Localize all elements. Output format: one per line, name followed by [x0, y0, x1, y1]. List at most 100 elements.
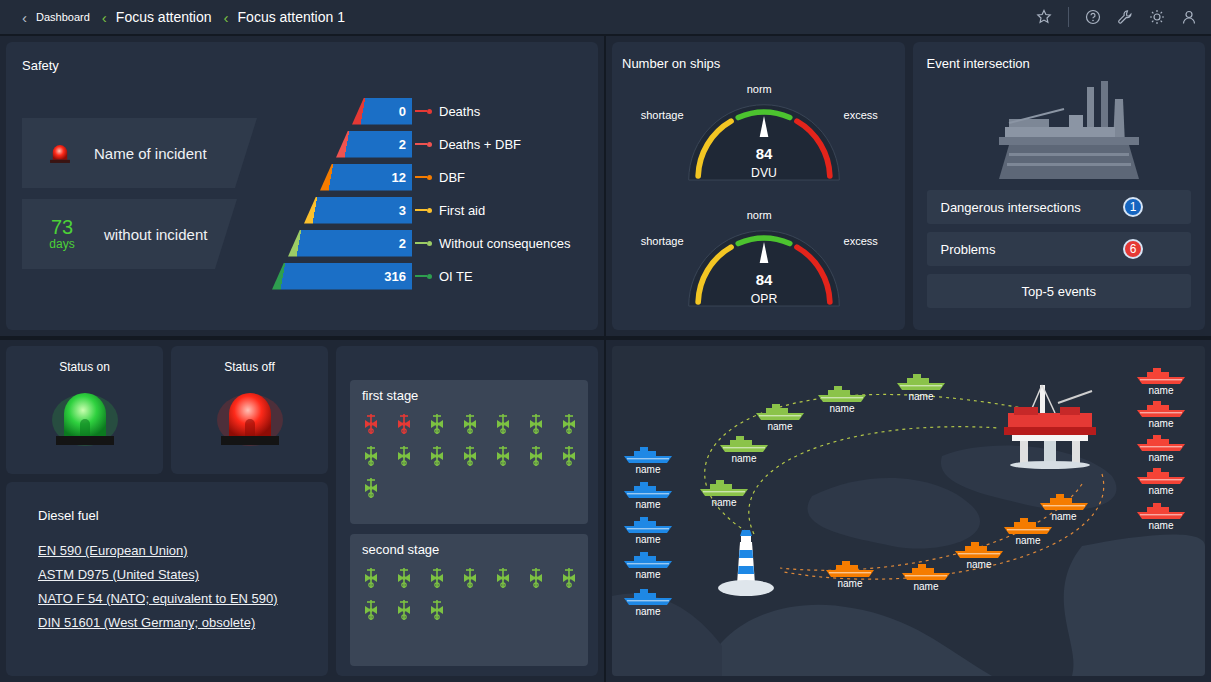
valve-icon[interactable]: [428, 567, 446, 589]
breadcrumb-item[interactable]: ‹ Focus attention: [102, 9, 212, 26]
event-row[interactable]: Problems 6: [927, 232, 1192, 266]
ship-marker[interactable]: name: [1004, 518, 1052, 547]
gauge: norm shortage 84DVU excess: [622, 83, 897, 184]
ship-marker[interactable]: name: [700, 480, 748, 509]
ship-name: name: [829, 403, 854, 415]
star-icon[interactable]: [1036, 9, 1052, 25]
ship-marker[interactable]: name: [1040, 494, 1088, 523]
ship-marker[interactable]: name: [826, 561, 874, 590]
sun-icon[interactable]: [1149, 9, 1165, 25]
user-icon[interactable]: [1181, 9, 1197, 25]
ship-name: name: [1148, 485, 1173, 497]
ship-marker[interactable]: name: [720, 436, 768, 465]
valve-icon[interactable]: [362, 477, 380, 499]
stages-card: first stage second stage: [336, 346, 598, 676]
pyramid-bar-area: 3: [267, 197, 412, 224]
incident-column: Name of incident 73 days without inciden…: [22, 118, 257, 269]
ship-map: name name name name name name name name …: [612, 346, 1205, 676]
pyramid-row[interactable]: 2 Deaths + DBF: [267, 131, 571, 158]
valve-icon[interactable]: [428, 413, 446, 435]
valve-icon[interactable]: [527, 413, 545, 435]
gauge-dial: 84DVU: [684, 97, 844, 184]
counter-label: without incident: [104, 226, 207, 243]
help-icon[interactable]: [1085, 9, 1101, 25]
event-label: Dangerous intersections: [941, 200, 1081, 215]
valve-icon[interactable]: [560, 413, 578, 435]
pyramid-row[interactable]: 316 OI TE: [267, 263, 571, 290]
ship-marker[interactable]: name: [756, 404, 804, 433]
valve-icon[interactable]: [494, 567, 512, 589]
ship-name: name: [767, 421, 792, 433]
standard-link[interactable]: ASTM D975 (United States): [38, 563, 304, 587]
valve-icon[interactable]: [395, 599, 413, 621]
ship-marker[interactable]: name: [624, 517, 672, 546]
ship-marker[interactable]: name: [624, 482, 672, 511]
ship-marker[interactable]: name: [1137, 401, 1185, 430]
pyramid-label: DBF: [439, 170, 465, 185]
breadcrumbs: ‹ Dashboard ‹ Focus attention ‹ Focus atte…: [22, 9, 345, 26]
valve-icon[interactable]: [494, 413, 512, 435]
diesel-card: Diesel fuel EN 590 (European Union)ASTM …: [6, 482, 328, 676]
ship-marker[interactable]: name: [1137, 468, 1185, 497]
valve-icon[interactable]: [362, 413, 380, 435]
bottom-left-quadrant: Status on Status off Diesel fuel EN 590 …: [0, 340, 604, 682]
valve-icon[interactable]: [494, 445, 512, 467]
standard-link[interactable]: DIN 51601 (West Germany; obsolete): [38, 611, 304, 635]
valve-icon[interactable]: [362, 599, 380, 621]
days-unit: days: [49, 238, 74, 251]
ship-marker[interactable]: name: [624, 447, 672, 476]
ship-icon: [897, 374, 945, 390]
incident-card[interactable]: Name of incident: [22, 118, 257, 188]
valve-icon[interactable]: [395, 567, 413, 589]
valve-icon[interactable]: [527, 567, 545, 589]
valve-icon[interactable]: [560, 567, 578, 589]
breadcrumb-item[interactable]: ‹ Dashboard: [22, 9, 90, 26]
valve-icon[interactable]: [395, 413, 413, 435]
valve-icon[interactable]: [428, 599, 446, 621]
ship-icon: [1137, 401, 1185, 417]
ship-icon: [624, 447, 672, 463]
ship-marker[interactable]: name: [897, 374, 945, 403]
gauge-value: 84: [755, 271, 772, 288]
ship-marker[interactable]: name: [955, 542, 1003, 571]
wrench-icon[interactable]: [1117, 9, 1133, 25]
ship-icon: [818, 386, 866, 402]
pyramid-row[interactable]: 12 DBF: [267, 164, 571, 191]
connector-dot: [427, 109, 432, 114]
valve-icon[interactable]: [560, 445, 578, 467]
pyramid-row[interactable]: 3 First aid: [267, 197, 571, 224]
ship-marker[interactable]: name: [1137, 503, 1185, 532]
top-right-quadrant: Number on ships norm shortage 84DVU exce…: [606, 36, 1211, 336]
ship-name: name: [635, 534, 660, 546]
gauge-row: shortage 84DVU excess: [641, 95, 878, 184]
days-counter-card: 73 days without incident: [22, 199, 237, 269]
stage-box: first stage: [350, 380, 588, 524]
valve-icon[interactable]: [461, 445, 479, 467]
valve-icon[interactable]: [395, 445, 413, 467]
ship-marker[interactable]: name: [1137, 368, 1185, 397]
connector-dot: [427, 241, 432, 246]
ship-marker[interactable]: name: [902, 564, 950, 593]
valve-icon[interactable]: [461, 567, 479, 589]
ship-marker[interactable]: name: [1137, 435, 1185, 464]
valve-icon[interactable]: [428, 445, 446, 467]
breadcrumb-item[interactable]: ‹ Focus attention 1: [224, 9, 345, 26]
safety-quadrant: Safety Name of incident 73 days without …: [0, 36, 604, 336]
back-chevron: ‹: [224, 9, 229, 26]
valve-icon[interactable]: [362, 445, 380, 467]
standard-link[interactable]: NATO F 54 (NATO; equivalent to EN 590): [38, 587, 304, 611]
pyramid-row[interactable]: 0 Deaths: [267, 98, 571, 125]
event-row[interactable]: Dangerous intersections 1: [927, 190, 1192, 224]
ship-marker[interactable]: name: [624, 589, 672, 618]
valve-icon[interactable]: [362, 567, 380, 589]
ship-name: name: [1148, 385, 1173, 397]
valve-icon[interactable]: [527, 445, 545, 467]
stage-title: first stage: [362, 388, 576, 403]
pyramid-row[interactable]: 2 Without consequences: [267, 230, 571, 257]
ship-marker[interactable]: name: [818, 386, 866, 415]
top-events-button[interactable]: Top-5 events: [927, 274, 1192, 308]
ship-marker[interactable]: name: [624, 552, 672, 581]
valve-icon[interactable]: [461, 413, 479, 435]
ship-icon: [955, 542, 1003, 558]
standard-link[interactable]: EN 590 (European Union): [38, 539, 304, 563]
